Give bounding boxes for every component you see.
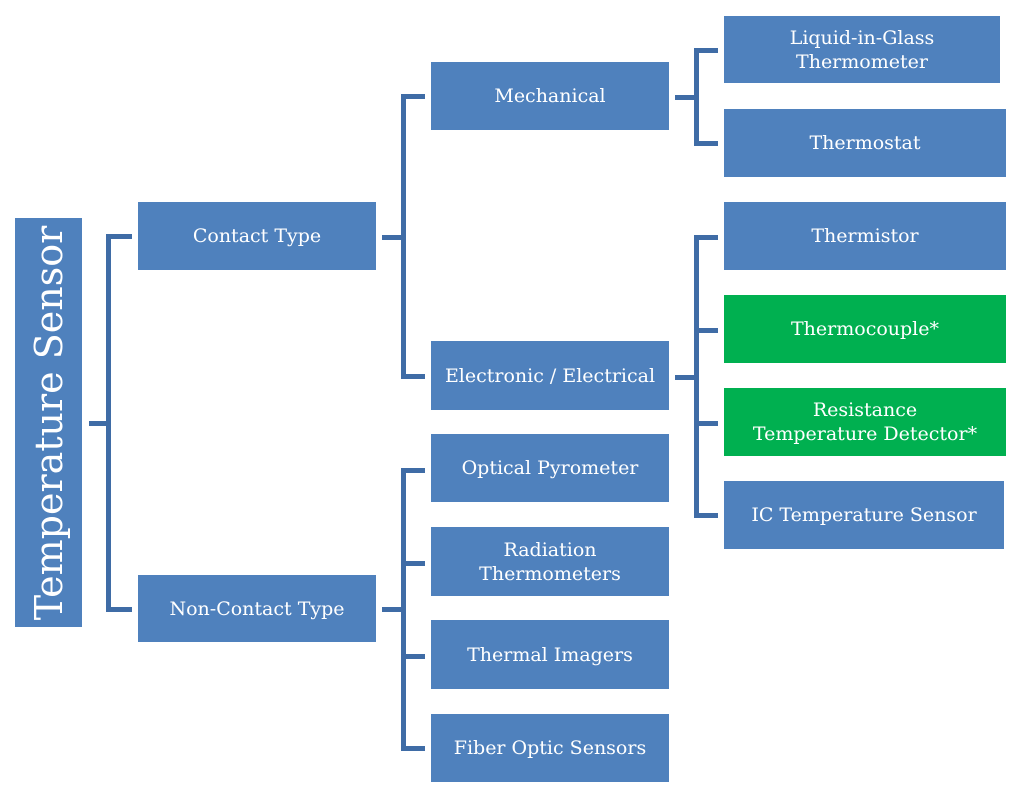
- node-non-contact-type: Non-Contact Type: [138, 575, 376, 642]
- connector: [106, 234, 111, 612]
- node-thermistor: Thermistor: [724, 202, 1006, 270]
- node-label: Electronic / Electrical: [444, 364, 656, 387]
- node-label: Fiber Optic Sensors: [453, 737, 647, 759]
- node-liquid-in-glass-thermometer: Liquid-in-Glass Thermometer: [724, 16, 1000, 83]
- node-label: Thermostat: [809, 132, 921, 154]
- node-thermocouple-highlighted: Thermocouple*: [724, 295, 1006, 363]
- node-label: Contact Type: [192, 225, 322, 247]
- connector: [694, 513, 718, 518]
- connector: [401, 468, 406, 751]
- connector: [106, 234, 132, 239]
- node-label: Resistance Temperature Detector*: [752, 399, 978, 445]
- node-thermostat: Thermostat: [724, 109, 1006, 177]
- node-label: Optical Pyrometer: [461, 457, 639, 479]
- connector: [694, 48, 718, 53]
- connector: [694, 48, 699, 146]
- node-label: Thermocouple*: [791, 318, 939, 340]
- node-ic-temperature-sensor: IC Temperature Sensor: [724, 481, 1004, 549]
- node-label: Thermal Imagers: [467, 643, 633, 666]
- root-label: Temperature Sensor: [26, 225, 71, 620]
- node-label: Mechanical: [494, 85, 606, 107]
- connector: [401, 374, 425, 379]
- connector: [694, 235, 718, 240]
- connector: [401, 561, 425, 566]
- connector: [401, 94, 425, 99]
- node-label: Radiation Thermometers: [479, 538, 621, 585]
- connector: [401, 746, 425, 751]
- node-contact-type: Contact Type: [138, 202, 376, 270]
- connector: [401, 468, 425, 473]
- node-rtd-highlighted: Resistance Temperature Detector*: [724, 388, 1006, 456]
- connector: [694, 235, 699, 518]
- connector: [106, 607, 132, 612]
- connector: [694, 141, 718, 146]
- node-optical-pyrometer: Optical Pyrometer: [431, 434, 669, 502]
- node-label: Liquid-in-Glass Thermometer: [789, 26, 935, 73]
- connector: [694, 421, 718, 426]
- node-thermal-imagers: Thermal Imagers: [431, 620, 669, 689]
- root-node-temperature-sensor: Temperature Sensor: [15, 218, 82, 627]
- node-mechanical: Mechanical: [431, 62, 669, 130]
- node-label: Thermistor: [811, 225, 919, 247]
- node-fiber-optic-sensors: Fiber Optic Sensors: [431, 714, 669, 782]
- connector: [401, 94, 406, 379]
- node-electronic-electrical: Electronic / Electrical: [431, 341, 669, 410]
- node-label: Non-Contact Type: [169, 597, 345, 620]
- node-label: IC Temperature Sensor: [751, 504, 977, 526]
- node-radiation-thermometers: Radiation Thermometers: [431, 527, 669, 596]
- connector: [694, 328, 718, 333]
- connector: [401, 654, 425, 659]
